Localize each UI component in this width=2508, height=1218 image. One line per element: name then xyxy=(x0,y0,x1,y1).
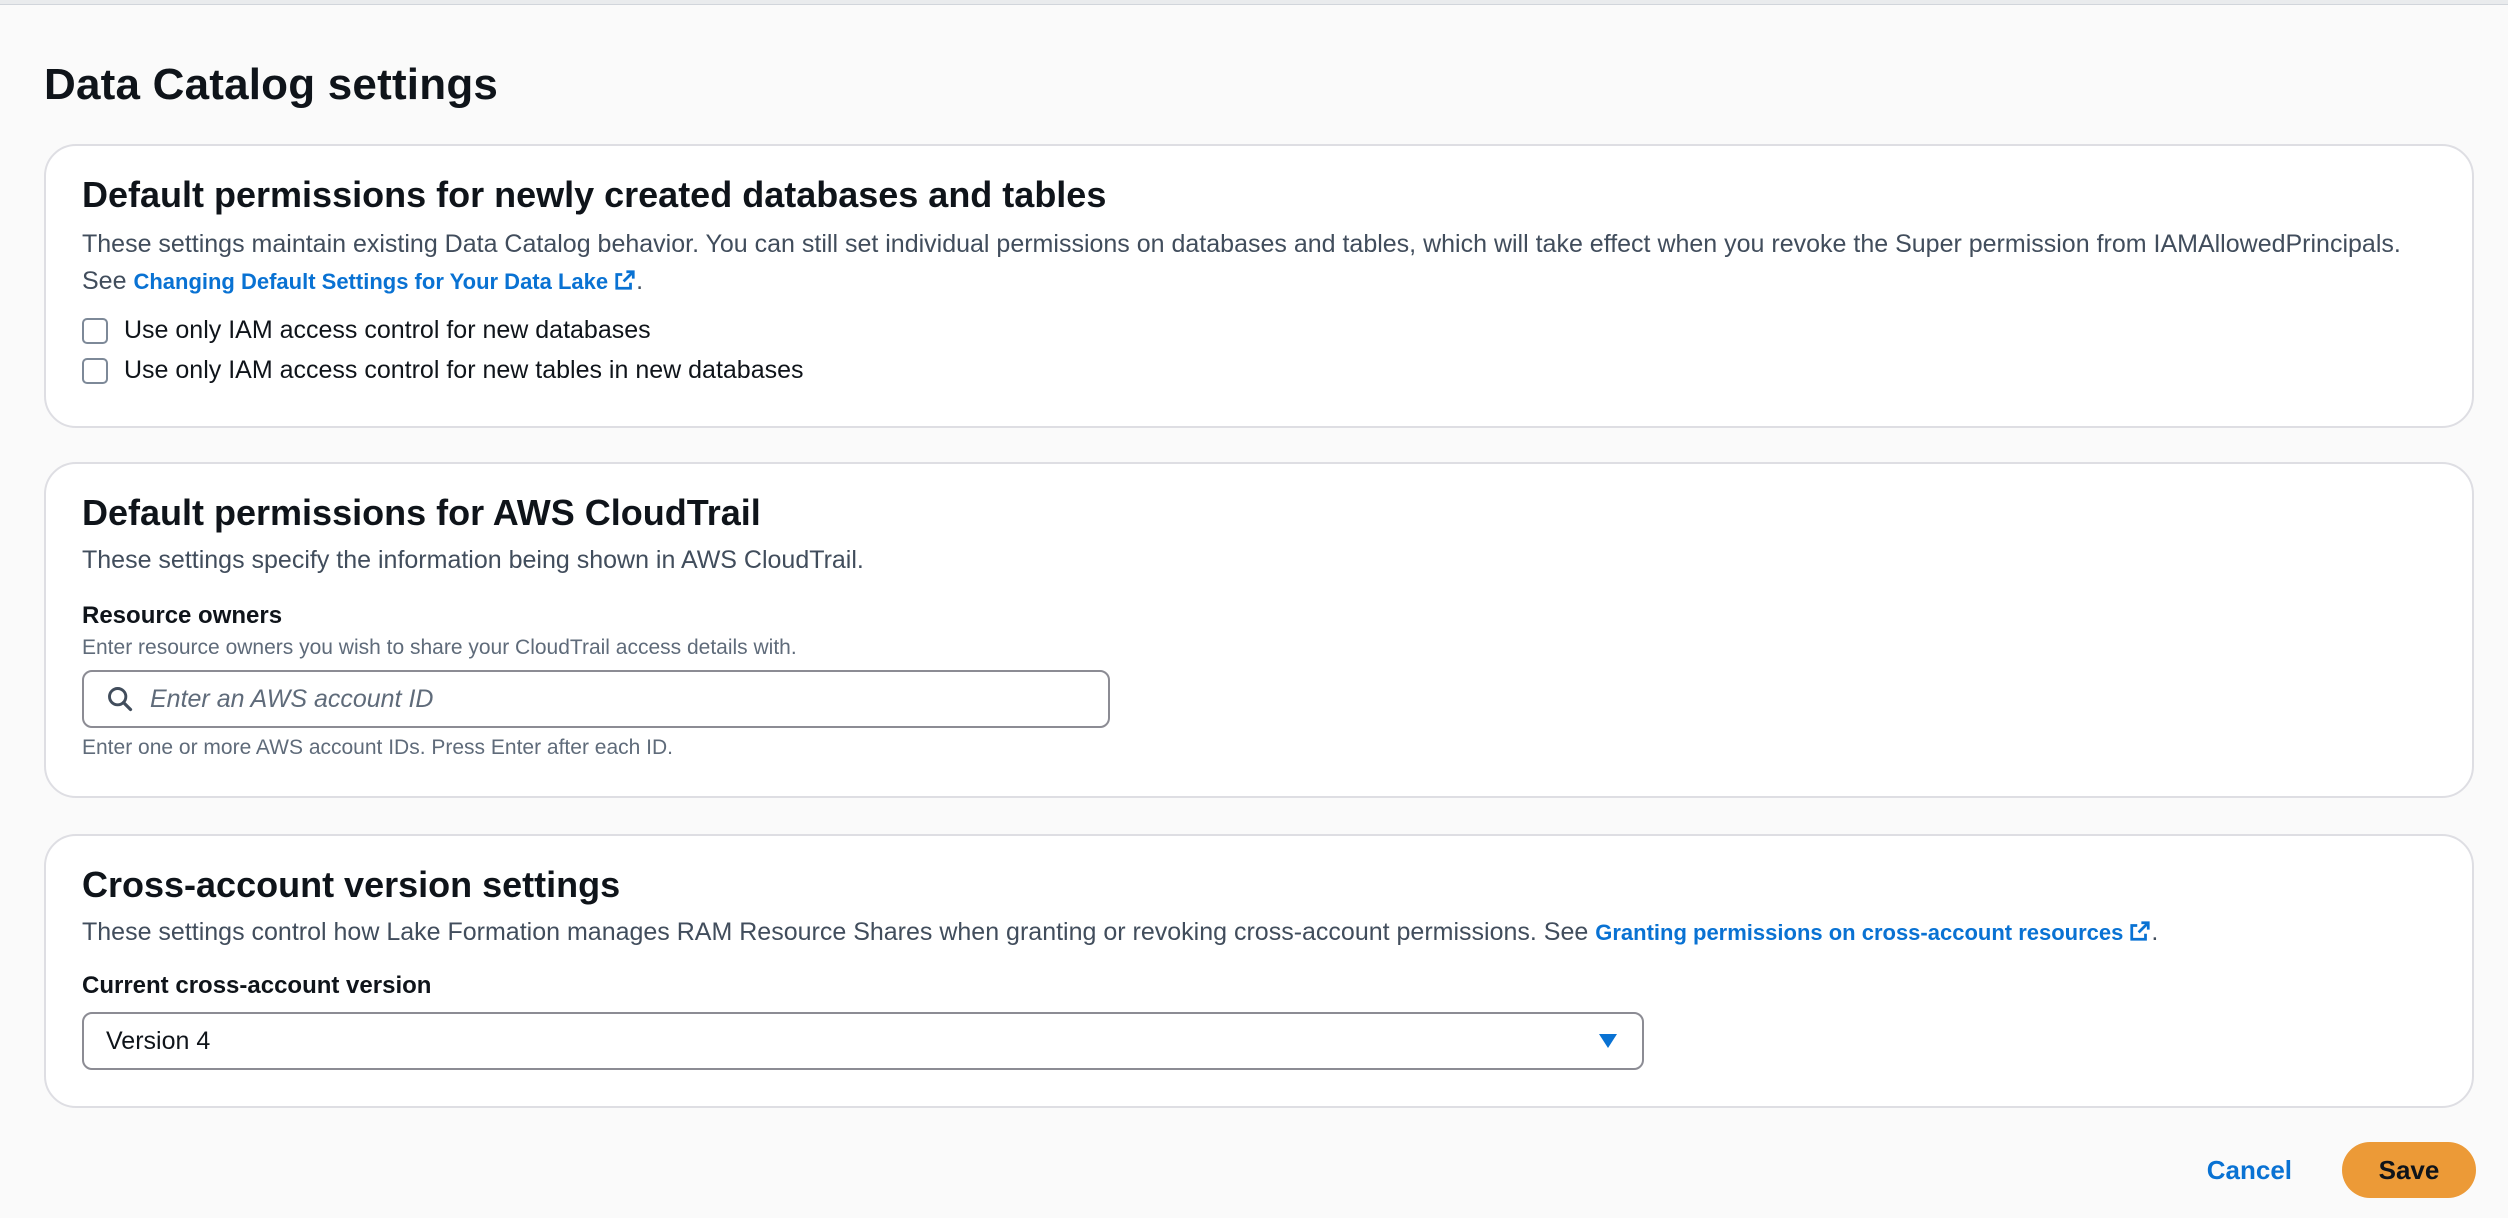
external-link-icon xyxy=(615,270,635,290)
cross-account-description-text: These settings control how Lake Formatio… xyxy=(82,918,1589,946)
iam-new-databases-label: Use only IAM access control for new data… xyxy=(124,316,651,344)
default-permissions-title: Default permissions for newly created da… xyxy=(82,174,1107,215)
external-link-icon xyxy=(2130,921,2151,941)
cross-account-version-value: Version 4 xyxy=(106,1026,211,1055)
checkbox-row-new-tables[interactable]: Use only IAM access control for new tabl… xyxy=(82,356,804,385)
cancel-button[interactable]: Cancel xyxy=(2207,1155,2292,1186)
resource-owners-constraint: Enter one or more AWS account IDs. Press… xyxy=(82,736,673,759)
caret-down-icon xyxy=(1599,1034,1617,1048)
checkbox-row-new-databases[interactable]: Use only IAM access control for new data… xyxy=(82,316,651,345)
iam-new-tables-label: Use only IAM access control for new tabl… xyxy=(124,356,804,384)
cross-account-title: Cross-account version settings xyxy=(82,864,621,905)
iam-new-tables-checkbox[interactable] xyxy=(82,357,108,384)
form-actions: Cancel Save xyxy=(2207,1142,2476,1198)
aws-account-id-input[interactable] xyxy=(148,683,1052,715)
save-button[interactable]: Save xyxy=(2342,1142,2476,1198)
cross-account-description: These settings control how Lake Formatio… xyxy=(82,914,2412,951)
cloudtrail-title: Default permissions for AWS CloudTrail xyxy=(82,492,761,533)
iam-new-databases-checkbox[interactable] xyxy=(82,317,108,344)
search-icon xyxy=(108,687,133,712)
changing-default-settings-link[interactable]: Changing Default Settings for Your Data … xyxy=(133,269,636,294)
resource-owners-description: Enter resource owners you wish to share … xyxy=(82,636,797,659)
link-period: . xyxy=(2151,918,2159,946)
cross-account-panel: Cross-account version settings These set… xyxy=(44,834,2474,1108)
cross-account-version-select[interactable]: Version 4 xyxy=(82,1012,1644,1070)
top-border xyxy=(0,0,2508,5)
cross-account-version-label: Current cross-account version xyxy=(82,972,432,999)
granting-permissions-link[interactable]: Granting permissions on cross-account re… xyxy=(1595,920,2151,945)
resource-owners-search[interactable] xyxy=(82,670,1110,728)
cloudtrail-description: These settings specify the information b… xyxy=(82,546,864,574)
default-permissions-description: These settings maintain existing Data Ca… xyxy=(82,226,2412,300)
link-period: . xyxy=(636,267,644,295)
default-permissions-panel: Default permissions for newly created da… xyxy=(44,144,2474,428)
cloudtrail-panel: Default permissions for AWS CloudTrail T… xyxy=(44,462,2474,798)
page-title: Data Catalog settings xyxy=(44,60,499,109)
resource-owners-label: Resource owners xyxy=(82,602,283,629)
